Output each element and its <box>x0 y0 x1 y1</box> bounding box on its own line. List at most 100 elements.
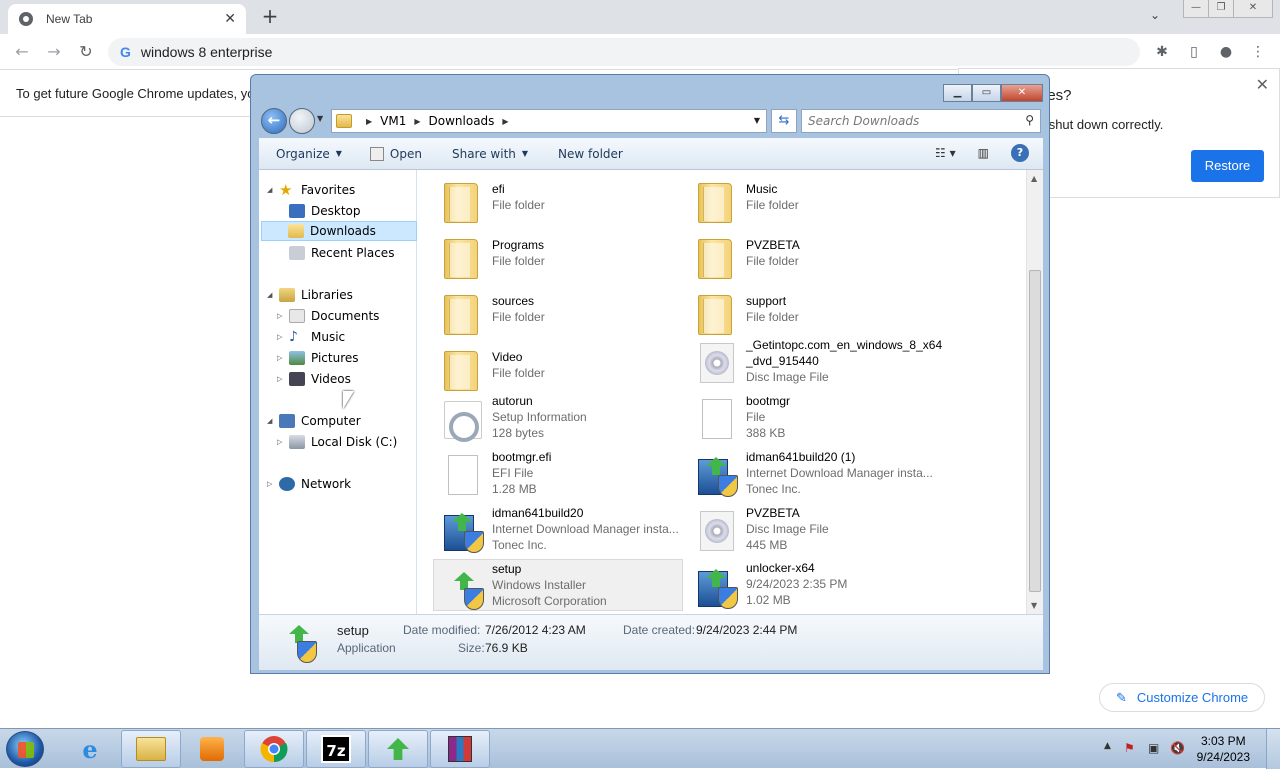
chrome-close-button[interactable]: ✕ <box>1233 0 1273 18</box>
nav-local-disk[interactable]: ▷ Local Disk (C:) <box>277 432 397 452</box>
forward-button[interactable] <box>289 108 315 134</box>
file-item[interactable]: autorun Setup Information 128 bytes <box>434 391 684 447</box>
chrome-minimize-button[interactable]: — <box>1183 0 1209 18</box>
network-tray-icon[interactable]: ▣ <box>1148 741 1159 755</box>
winrar-icon[interactable] <box>430 730 490 768</box>
nav-recent-places[interactable]: Recent Places <box>289 243 394 263</box>
nav-pictures[interactable]: ▷ Pictures <box>277 348 359 368</box>
close-button[interactable]: ✕ <box>1001 84 1043 102</box>
collapsed-triangle-icon[interactable]: ▷ <box>267 480 279 488</box>
internet-explorer-icon[interactable]: e <box>60 730 120 768</box>
tab-new-tab[interactable]: New Tab ✕ <box>8 4 246 34</box>
file-item[interactable]: bootmgr.efi EFI File 1.28 MB <box>434 447 684 503</box>
collapsed-triangle-icon[interactable]: ▷ <box>277 312 289 320</box>
file-item-selected[interactable]: setup Windows Installer Microsoft Corporat… <box>433 559 683 611</box>
forward-arrow-icon[interactable]: → <box>44 42 64 62</box>
file-item[interactable]: PVZBETA File folder <box>688 231 938 285</box>
collapsed-triangle-icon[interactable]: ▷ <box>277 438 289 446</box>
expanded-triangle-icon[interactable]: ◢ <box>267 291 279 299</box>
chrome-menu-icon[interactable]: ⋮ <box>1248 42 1268 62</box>
volume-muted-icon[interactable]: 🔇 <box>1170 741 1185 755</box>
preview-pane-icon[interactable]: ▥ <box>978 146 989 160</box>
minimize-button[interactable]: ▁ <box>943 84 972 102</box>
nav-libraries[interactable]: ◢ Libraries <box>267 285 353 305</box>
show-desktop-button[interactable] <box>1266 729 1280 769</box>
share-with-button[interactable]: Share with ▼ <box>452 147 528 161</box>
nav-favorites[interactable]: ◢ ★ Favorites <box>267 180 355 200</box>
chevron-right-icon[interactable]: ▶ <box>414 117 420 126</box>
file-item[interactable]: Programs File folder <box>434 231 684 285</box>
tab-close-icon[interactable]: ✕ <box>224 11 236 27</box>
scroll-down-icon[interactable]: ▼ <box>1031 601 1037 610</box>
media-player-icon[interactable] <box>182 730 242 768</box>
reload-icon[interactable]: ↻ <box>76 42 96 62</box>
clock[interactable]: 3:03 PM 9/24/2023 <box>1197 733 1250 765</box>
start-button[interactable] <box>6 731 44 767</box>
action-center-flag-icon[interactable]: ⚑ <box>1124 741 1135 755</box>
nav-computer[interactable]: ◢ Computer <box>267 411 361 431</box>
side-panel-icon[interactable]: ▯ <box>1184 42 1204 62</box>
file-item[interactable]: Music File folder <box>688 175 938 229</box>
chrome-restore-button[interactable]: ❐ <box>1208 0 1234 18</box>
collapsed-triangle-icon[interactable]: ▷ <box>277 354 289 362</box>
chevron-right-icon[interactable]: ▶ <box>366 117 372 126</box>
nav-network[interactable]: ▷ Network <box>267 474 351 494</box>
address-dropdown-icon[interactable]: ▼ <box>754 116 760 125</box>
file-item[interactable]: Video File folder <box>434 343 684 397</box>
restore-button[interactable]: Restore <box>1191 150 1264 182</box>
new-folder-button[interactable]: New folder <box>558 147 623 161</box>
help-icon[interactable]: ? <box>1011 144 1029 162</box>
file-item[interactable]: idman641build20 Internet Download Manager… <box>434 503 684 559</box>
file-item[interactable]: support File folder <box>688 287 938 341</box>
nav-desktop[interactable]: Desktop <box>289 201 361 221</box>
explorer-icon[interactable] <box>121 730 181 768</box>
breadcrumb[interactable]: ▶ VM1 ▶ Downloads ▶ ▼ <box>331 109 767 133</box>
vertical-scrollbar[interactable]: ▲ ▼ <box>1026 170 1043 614</box>
file-item[interactable]: bootmgr File 388 KB <box>688 391 938 447</box>
system-tray: ▲ ⚑ ▣ 🔇 3:03 PM 9/24/2023 <box>1090 729 1280 769</box>
search-input[interactable]: Search Downloads ⚲ <box>801 109 1041 133</box>
installer-icon <box>698 567 738 609</box>
back-button[interactable]: ← <box>261 108 287 134</box>
collapsed-triangle-icon[interactable]: ▷ <box>277 375 289 383</box>
bubble-close-icon[interactable]: ✕ <box>1256 75 1269 94</box>
scrollbar-thumb[interactable] <box>1029 270 1041 592</box>
extensions-puzzle-icon[interactable]: ✱ <box>1152 42 1172 62</box>
chevron-right-icon[interactable]: ▶ <box>502 117 508 126</box>
nav-documents[interactable]: ▷ Documents <box>277 306 379 326</box>
chrome-icon[interactable] <box>244 730 304 768</box>
maximize-button[interactable]: ▭ <box>972 84 1001 102</box>
nav-music[interactable]: ▷ ♪ Music <box>277 327 345 347</box>
customize-chrome-button[interactable]: ✎ Customize Chrome <box>1099 683 1265 712</box>
nav-videos[interactable]: ▷ Videos <box>277 369 351 389</box>
change-view-icon[interactable]: ☷ ▾ <box>935 146 956 160</box>
setup-icon[interactable] <box>368 730 428 768</box>
breadcrumb-item-vm1[interactable]: VM1 <box>380 114 406 128</box>
file-item[interactable]: unlocker-x64 9/24/2023 2:35 PM 1.02 MB <box>688 559 938 611</box>
collapsed-triangle-icon[interactable]: ▷ <box>277 333 289 341</box>
file-item[interactable]: _Getintopc.com_en_windows_8_x64 _dvd_9154… <box>688 335 988 391</box>
open-button[interactable]: Open <box>369 146 422 161</box>
organize-button[interactable]: Organize ▼ <box>276 147 342 161</box>
expanded-triangle-icon[interactable]: ◢ <box>267 186 279 194</box>
profile-avatar-icon[interactable]: ● <box>1216 42 1236 62</box>
show-hidden-icons-icon[interactable]: ▲ <box>1104 741 1111 751</box>
file-item[interactable]: sources File folder <box>434 287 684 341</box>
refresh-button[interactable]: ⇆ <box>771 109 797 133</box>
history-dropdown-icon[interactable]: ▼ <box>317 114 323 123</box>
file-item[interactable]: PVZBETA Disc Image File 445 MB <box>688 503 938 559</box>
nav-downloads[interactable]: Downloads <box>261 221 417 241</box>
tab-search-chevron-icon[interactable]: ⌄ <box>1150 8 1160 22</box>
scroll-up-icon[interactable]: ▲ <box>1031 174 1037 183</box>
breadcrumb-item-downloads[interactable]: Downloads <box>429 114 495 128</box>
new-tab-button[interactable]: + <box>258 6 282 28</box>
expanded-triangle-icon[interactable]: ◢ <box>267 417 279 425</box>
file-item[interactable]: idman641build20 (1) Internet Download Man… <box>688 447 938 503</box>
file-size: 1.28 MB <box>492 482 537 496</box>
setup-info-icon <box>444 401 482 442</box>
address-bar[interactable]: G windows 8 enterprise <box>108 38 1140 66</box>
file-item[interactable]: efi File folder <box>434 175 684 229</box>
back-arrow-icon[interactable]: ← <box>12 42 32 62</box>
7zip-icon[interactable]: 7z <box>306 730 366 768</box>
file-name: Video <box>492 350 523 364</box>
